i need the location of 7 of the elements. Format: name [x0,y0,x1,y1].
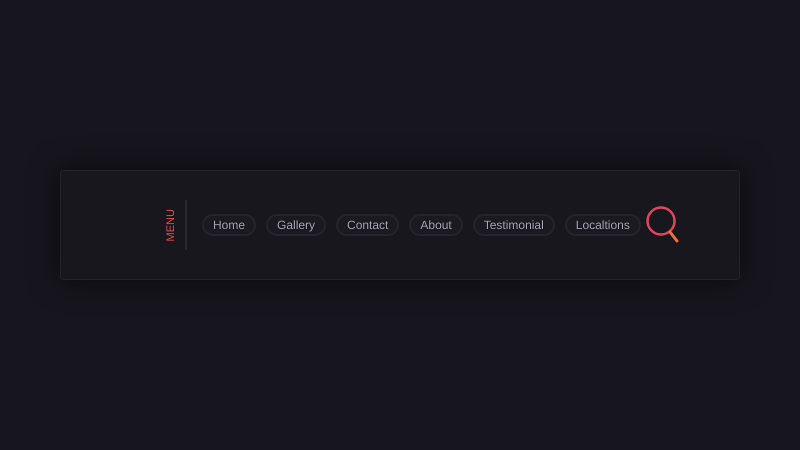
nav-link[interactable]: Localtions [564,214,641,236]
nav-link[interactable]: Contact [336,214,400,236]
nav-link[interactable]: Testimonial [472,214,555,236]
nav-link[interactable]: About [409,214,463,236]
menu-label[interactable]: MENU [162,208,180,242]
nav-link[interactable]: Home [202,214,256,236]
nav-link[interactable]: Gallery [266,214,326,236]
